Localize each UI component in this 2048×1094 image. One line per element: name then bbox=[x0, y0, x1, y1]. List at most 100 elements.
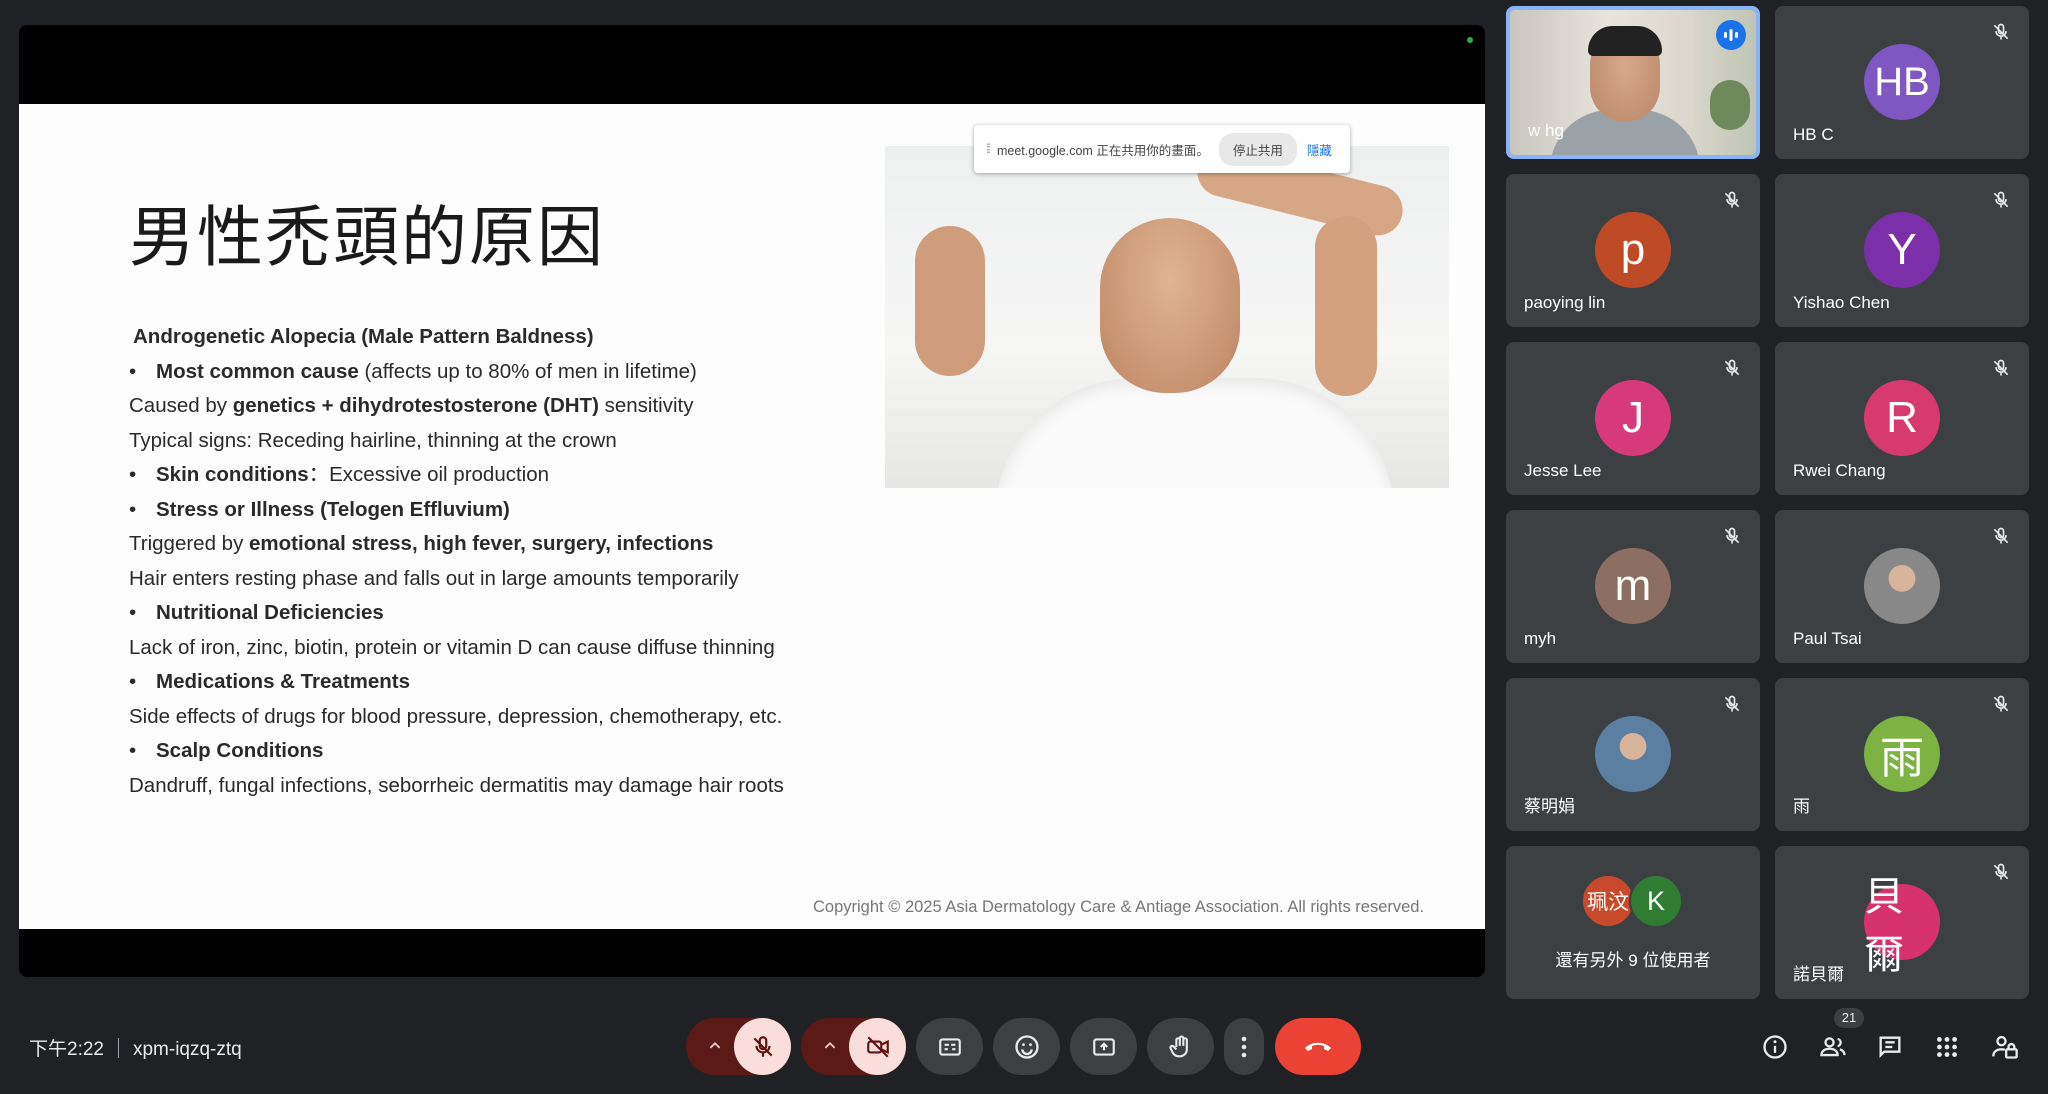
slide-text-line: Hair enters resting phase and falls out … bbox=[129, 562, 784, 597]
slide-text: Side effects of drugs for blood pressure… bbox=[129, 704, 783, 728]
slide-bold-text: emotional stress, high fever, surgery, i… bbox=[249, 532, 714, 555]
chevron-up-icon[interactable] bbox=[704, 1035, 726, 1057]
avatar: 雨 bbox=[1864, 716, 1940, 792]
avatar-photo bbox=[1595, 716, 1671, 792]
slide-text: (affects up to 80% of men in lifetime) bbox=[358, 359, 697, 383]
hide-banner-button[interactable]: 隱藏 bbox=[1307, 140, 1332, 159]
slide-copyright: Copyright © 2025 Asia Dermatology Care &… bbox=[813, 898, 1425, 916]
stop-sharing-button[interactable]: 停止共用 bbox=[1218, 132, 1297, 166]
mic-off-icon bbox=[753, 1035, 772, 1057]
slide-bold-text: Skin conditions bbox=[156, 463, 309, 486]
slide-photo bbox=[885, 146, 1449, 488]
slide: 男性禿頭的原因 Androgenetic Alopecia (Male Patt… bbox=[19, 104, 1485, 929]
more-avatars: 珮汶 K bbox=[1581, 874, 1685, 930]
participant-tile[interactable]: R Rwei Chang bbox=[1775, 342, 2029, 495]
slide-bold-text: Most common cause bbox=[156, 359, 359, 383]
info-icon bbox=[1763, 1035, 1787, 1059]
chat-button[interactable] bbox=[1873, 1030, 1907, 1064]
mic-muted-icon bbox=[1991, 358, 2011, 378]
participant-tile[interactable]: 雨雨 bbox=[1775, 678, 2029, 831]
slide-text-line: Dandruff, fungal infections, seborrheic … bbox=[129, 769, 784, 804]
slide-text-line: Caused by genetics + dihydrotestosterone… bbox=[129, 389, 784, 424]
more-options-button[interactable] bbox=[1224, 1018, 1264, 1075]
participant-name: HB C bbox=[1793, 125, 1834, 144]
screen-share-banner: ⁞⁞ meet.google.com 正在共用你的畫面。 停止共用 隱藏 bbox=[974, 125, 1350, 173]
people-icon bbox=[1820, 1037, 1846, 1057]
background-plant bbox=[1710, 80, 1750, 130]
participant-name: Rwei Chang bbox=[1793, 461, 1886, 480]
avatar: J bbox=[1595, 380, 1671, 456]
slide-text: ：Excessive oil production bbox=[308, 463, 550, 486]
mic-muted-icon bbox=[1991, 22, 2011, 42]
mic-muted-icon bbox=[1991, 694, 2011, 714]
slide-text: Caused by bbox=[129, 394, 233, 417]
slide-text: Dandruff, fungal infections, seborrheic … bbox=[129, 773, 784, 797]
slide-bullet: Scalp Conditions bbox=[129, 734, 784, 769]
participant-tile[interactable]: Y Yishao Chen bbox=[1775, 174, 2029, 327]
slide-title: 男性禿頭的原因 bbox=[129, 199, 605, 276]
mic-muted-icon bbox=[1722, 358, 1742, 378]
participant-name: 諾貝爾 bbox=[1793, 965, 1844, 984]
participant-tile[interactable]: J Jesse Lee bbox=[1506, 342, 1760, 495]
avatar: K bbox=[1629, 874, 1683, 928]
mic-control[interactable] bbox=[686, 1018, 791, 1075]
mic-muted-icon bbox=[1991, 190, 2011, 210]
avatar: HB bbox=[1864, 44, 1940, 120]
avatar: R bbox=[1864, 380, 1940, 456]
present-icon bbox=[1092, 1037, 1115, 1056]
raise-hand-button[interactable] bbox=[1147, 1018, 1214, 1075]
host-controls-button[interactable] bbox=[1988, 1030, 2022, 1064]
slide-text: sensitivity bbox=[598, 394, 694, 417]
drag-handle-icon[interactable]: ⁞⁞ bbox=[986, 142, 991, 156]
slide-bullet: Nutritional Deficiencies bbox=[129, 596, 784, 631]
mic-muted-icon bbox=[1722, 526, 1742, 546]
participant-name: myh bbox=[1524, 629, 1557, 648]
slide-bold-text: Nutritional Deficiencies bbox=[156, 601, 384, 624]
camera-control[interactable] bbox=[801, 1018, 906, 1075]
presentation-stage: 男性禿頭的原因 Androgenetic Alopecia (Male Patt… bbox=[19, 25, 1485, 977]
speaking-indicator-icon bbox=[1716, 20, 1746, 50]
lock-person-icon bbox=[1992, 1035, 2018, 1059]
slide-bullet: Stress or Illness (Telogen Effluvium) bbox=[129, 493, 784, 528]
reactions-button[interactable] bbox=[993, 1018, 1060, 1075]
participant-name: Yishao Chen bbox=[1793, 293, 1890, 312]
participant-name: w hg bbox=[1528, 121, 1564, 140]
mic-muted-icon bbox=[1722, 694, 1742, 714]
slide-text-line: Lack of iron, zinc, biotin, protein or v… bbox=[129, 631, 784, 666]
participant-name: paoying lin bbox=[1524, 293, 1606, 312]
mic-off-button[interactable] bbox=[734, 1018, 791, 1075]
chevron-up-icon[interactable] bbox=[819, 1035, 841, 1057]
leave-call-button[interactable] bbox=[1275, 1018, 1361, 1075]
camera-off-button[interactable] bbox=[849, 1018, 906, 1075]
divider bbox=[117, 1038, 119, 1058]
slide-bullet: Skin conditions：Excessive oil production bbox=[129, 458, 784, 493]
people-button[interactable] bbox=[1816, 1030, 1850, 1064]
meeting-details-button[interactable] bbox=[1758, 1030, 1792, 1064]
participant-tile[interactable]: p paoying lin bbox=[1506, 174, 1760, 327]
photo-head bbox=[1100, 218, 1240, 393]
photo-arm bbox=[915, 226, 985, 376]
slide-bold-text: Stress or Illness (Telogen Effluvium) bbox=[156, 497, 510, 521]
slide-bullet: Most common cause (affects up to 80% of … bbox=[129, 355, 784, 390]
emoji-icon bbox=[1014, 1034, 1039, 1059]
activities-button[interactable] bbox=[1930, 1030, 1964, 1064]
participant-tile[interactable]: 貝爾 諾貝爾 bbox=[1775, 846, 2029, 999]
mic-muted-icon bbox=[1991, 862, 2011, 882]
slide-bold-text: Medications & Treatments bbox=[156, 670, 411, 693]
slide-bold-text: Androgenetic Alopecia (Male Pattern Bald… bbox=[133, 325, 594, 348]
avatar: Y bbox=[1864, 212, 1940, 288]
participant-tile[interactable]: m myh bbox=[1506, 510, 1760, 663]
participant-name: Jesse Lee bbox=[1524, 461, 1602, 480]
participant-tile[interactable]: Paul Tsai bbox=[1775, 510, 2029, 663]
participant-tile[interactable]: HB HB C bbox=[1775, 6, 2029, 159]
captions-button[interactable] bbox=[916, 1018, 983, 1075]
recording-indicator bbox=[1467, 37, 1473, 43]
present-button[interactable] bbox=[1070, 1018, 1137, 1075]
more-participants-tile[interactable]: 珮汶 K 還有另外 9 位使用者 bbox=[1506, 846, 1760, 999]
participant-tile-speaker[interactable]: w hg bbox=[1506, 6, 1760, 159]
speaker-hair bbox=[1588, 26, 1662, 56]
participant-tile[interactable]: 蔡明娟 bbox=[1506, 678, 1760, 831]
slide-text-line: Typical signs: Receding hairline, thinni… bbox=[129, 424, 784, 459]
slide-text-line: Triggered by emotional stress, high feve… bbox=[129, 527, 784, 562]
participant-name: 蔡明娟 bbox=[1524, 797, 1575, 816]
